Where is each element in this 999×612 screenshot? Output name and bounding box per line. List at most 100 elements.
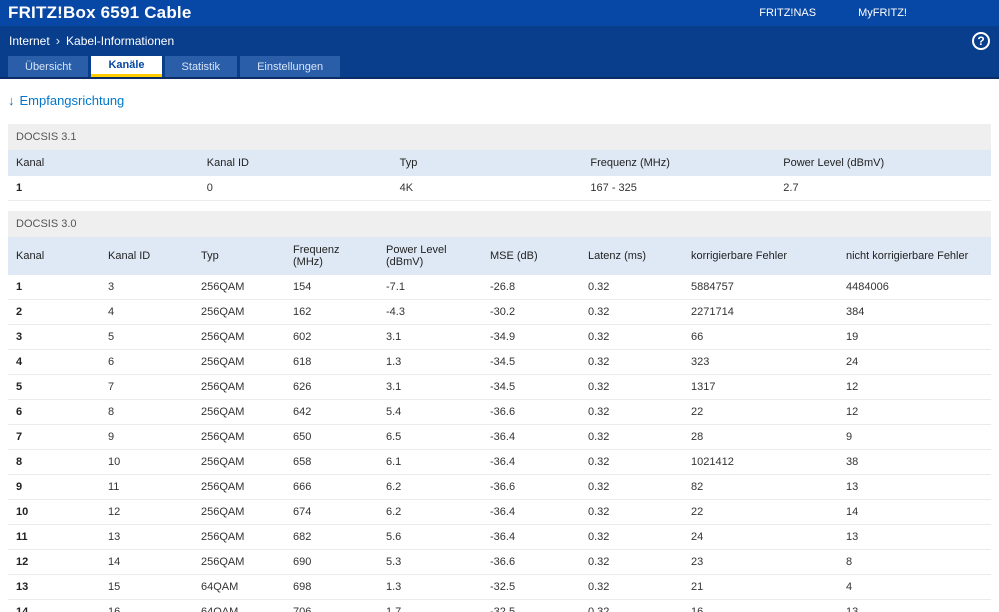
- table-cell: 0.32: [580, 349, 683, 375]
- table-cell: 1.7: [378, 599, 482, 612]
- table-cell: 0.32: [580, 424, 683, 450]
- table-cell: 658: [285, 449, 378, 475]
- table-cell: 2.7: [775, 176, 991, 201]
- table-cell: 9: [838, 424, 991, 450]
- column-header: Latenz (ms): [580, 237, 683, 275]
- table-cell: 256QAM: [193, 275, 285, 300]
- tab-einstellungen[interactable]: Einstellungen: [240, 56, 341, 77]
- table-cell: 14: [100, 549, 193, 575]
- column-header: Kanal ID: [100, 237, 193, 275]
- table-cell: 19: [838, 324, 991, 350]
- table-cell: 690: [285, 549, 378, 575]
- breadcrumb-page-title: Kabel-Informationen: [66, 33, 175, 48]
- table-cell: 6.1: [378, 449, 482, 475]
- column-header: Frequenz (MHz): [582, 150, 776, 176]
- column-header: Kanal ID: [198, 150, 392, 176]
- table-cell: 618: [285, 349, 378, 375]
- help-icon[interactable]: ?: [972, 31, 990, 50]
- column-header: Power Level (dBmV): [378, 237, 482, 275]
- table-cell: -7.1: [378, 275, 482, 300]
- table-cell: 167 - 325: [582, 176, 776, 201]
- tab-kanaele[interactable]: Kanäle: [91, 56, 162, 77]
- table-cell: 82: [683, 474, 838, 500]
- table-cell: 4: [8, 349, 100, 375]
- table-cell: 0.32: [580, 275, 683, 300]
- column-header: Kanal: [8, 237, 100, 275]
- table-cell: 13: [838, 474, 991, 500]
- table-cell: 16: [100, 599, 193, 612]
- table-cell: 0.32: [580, 374, 683, 400]
- table-row: 8 10 256QAM 658 6.1 -36.4 0.32 1021412 38: [8, 449, 991, 475]
- table-cell: -30.2: [482, 299, 580, 325]
- fritznas-link[interactable]: FRITZ!NAS: [759, 7, 816, 19]
- table-cell: -36.6: [482, 549, 580, 575]
- table-cell: -36.4: [482, 424, 580, 450]
- table-cell: 21: [683, 574, 838, 600]
- table-cell: 642: [285, 399, 378, 425]
- docsis30-section-header: DOCSIS 3.0: [8, 211, 991, 237]
- table-row: 11 13 256QAM 682 5.6 -36.4 0.32 24 13: [8, 524, 991, 550]
- table-cell: 5: [100, 324, 193, 350]
- table-cell: 256QAM: [193, 474, 285, 500]
- table-row: 13 15 64QAM 698 1.3 -32.5 0.32 21 4: [8, 574, 991, 600]
- table-cell: 1021412: [683, 449, 838, 475]
- table-cell: 674: [285, 499, 378, 525]
- column-header: Frequenz (MHz): [285, 237, 378, 275]
- table-cell: 256QAM: [193, 524, 285, 550]
- table-row: 10 12 256QAM 674 6.2 -36.4 0.32 22 14: [8, 499, 991, 525]
- table-cell: 7: [100, 374, 193, 400]
- column-header: Power Level (dBmV): [775, 150, 991, 176]
- table-row: 7 9 256QAM 650 6.5 -36.4 0.32 28 9: [8, 424, 991, 450]
- top-header: FRITZ!Box 6591 Cable FRITZ!NAS MyFRITZ!: [0, 0, 999, 26]
- table-cell: 256QAM: [193, 449, 285, 475]
- table-cell: 3: [8, 324, 100, 350]
- table-cell: 13: [8, 574, 100, 600]
- table-cell: 12: [838, 399, 991, 425]
- table-cell: 256QAM: [193, 324, 285, 350]
- table-cell: -4.3: [378, 299, 482, 325]
- table-cell: 0.32: [580, 449, 683, 475]
- table-cell: 256QAM: [193, 499, 285, 525]
- table-cell: -34.5: [482, 374, 580, 400]
- tab-uebersicht[interactable]: Übersicht: [8, 56, 89, 77]
- table-row: 5 7 256QAM 626 3.1 -34.5 0.32 1317 12: [8, 374, 991, 400]
- main-content: ↓ Empfangsrichtung DOCSIS 3.1 Kanal Kanal…: [0, 79, 999, 612]
- table-cell: 24: [683, 524, 838, 550]
- table-cell: 602: [285, 324, 378, 350]
- table-cell: -34.9: [482, 324, 580, 350]
- table-cell: 38: [838, 449, 991, 475]
- table-row: 2 4 256QAM 162 -4.3 -30.2 0.32 2271714 384: [8, 299, 991, 325]
- table-cell: 10: [8, 499, 100, 525]
- myfritz-link[interactable]: MyFRITZ!: [858, 7, 907, 19]
- table-cell: 384: [838, 299, 991, 325]
- table-cell: 11: [8, 524, 100, 550]
- table-cell: 13: [838, 524, 991, 550]
- table-cell: 0.32: [580, 574, 683, 600]
- table-cell: -32.5: [482, 574, 580, 600]
- table-cell: 1: [8, 275, 100, 300]
- column-header: Typ: [391, 150, 583, 176]
- table-cell: 13: [838, 599, 991, 612]
- table-cell: 6: [8, 399, 100, 425]
- table-cell: 5.3: [378, 549, 482, 575]
- table-cell: 64QAM: [193, 599, 285, 612]
- table-cell: 256QAM: [193, 299, 285, 325]
- table-cell: 5.6: [378, 524, 482, 550]
- empfangsrichtung-toggle[interactable]: ↓ Empfangsrichtung: [8, 93, 991, 108]
- table-cell: 1.3: [378, 349, 482, 375]
- table-cell: 256QAM: [193, 399, 285, 425]
- table-row: 3 5 256QAM 602 3.1 -34.9 0.32 66 19: [8, 324, 991, 350]
- table-cell: 0.32: [580, 299, 683, 325]
- table-row: 12 14 256QAM 690 5.3 -36.6 0.32 23 8: [8, 549, 991, 575]
- tab-statistik[interactable]: Statistik: [164, 56, 238, 77]
- table-row: 6 8 256QAM 642 5.4 -36.6 0.32 22 12: [8, 399, 991, 425]
- table-cell: 256QAM: [193, 374, 285, 400]
- table-cell: 10: [100, 449, 193, 475]
- table-cell: 7: [8, 424, 100, 450]
- breadcrumb-section-internet[interactable]: Internet: [9, 34, 50, 48]
- table-header-row: Kanal Kanal ID Typ Frequenz (MHz) Power Leve…: [8, 150, 991, 176]
- table-cell: 22: [683, 399, 838, 425]
- table-cell: 0.32: [580, 499, 683, 525]
- table-cell: 14: [8, 599, 100, 612]
- table-cell: 256QAM: [193, 549, 285, 575]
